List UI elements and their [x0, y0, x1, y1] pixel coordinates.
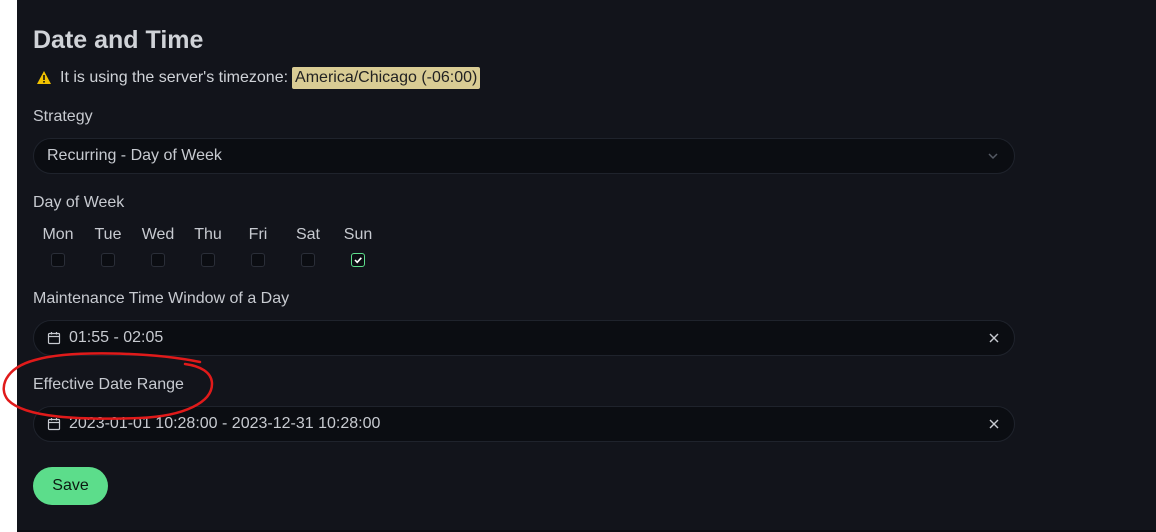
day-wed: Wed	[133, 226, 183, 267]
chevron-down-icon	[988, 153, 998, 160]
day-tue: Tue	[83, 226, 133, 267]
day-of-week-label: Day of Week	[33, 194, 125, 211]
calendar-icon	[47, 418, 61, 431]
day-label: Thu	[194, 226, 222, 243]
timezone-value: America/Chicago (-06:00)	[292, 67, 481, 89]
page-title: Date and Time	[33, 26, 204, 54]
close-icon[interactable]	[988, 418, 1000, 430]
time-window-picker[interactable]: 01:55 - 02:05	[33, 320, 1015, 356]
day-checkbox-mon[interactable]	[51, 253, 65, 267]
date-range-picker[interactable]: 2023-01-01 10:28:00 - 2023-12-31 10:28:0…	[33, 406, 1015, 442]
day-checkbox-sat[interactable]	[301, 253, 315, 267]
day-mon: Mon	[33, 226, 83, 267]
day-sat: Sat	[283, 226, 333, 267]
day-checkbox-sun[interactable]	[351, 253, 365, 267]
date-range-value: 2023-01-01 10:28:00 - 2023-12-31 10:28:0…	[69, 415, 381, 432]
day-thu: Thu	[183, 226, 233, 267]
calendar-icon	[47, 332, 61, 345]
day-sun: Sun	[333, 226, 383, 267]
day-label: Sun	[343, 226, 373, 243]
day-checkbox-fri[interactable]	[251, 253, 265, 267]
day-label: Sat	[295, 226, 320, 243]
time-window-label: Maintenance Time Window of a Day	[33, 290, 290, 307]
timezone-notice-text: It is using the server's timezone:	[60, 69, 289, 86]
close-icon[interactable]	[988, 332, 1000, 344]
day-checkbox-thu[interactable]	[201, 253, 215, 267]
date-range-label: Effective Date Range	[33, 376, 184, 393]
day-label: Wed	[141, 226, 175, 243]
day-label: Fri	[248, 226, 268, 243]
time-window-value: 01:55 - 02:05	[69, 329, 164, 346]
checkmark-icon	[354, 257, 362, 264]
day-checkbox-wed[interactable]	[151, 253, 165, 267]
strategy-select[interactable]: Recurring - Day of Week	[33, 138, 1015, 174]
strategy-label: Strategy	[33, 108, 93, 125]
day-checkbox-tue[interactable]	[101, 253, 115, 267]
day-label: Tue	[94, 226, 122, 243]
timezone-notice: It is using the server's timezone: Ameri…	[36, 66, 481, 90]
day-label: Mon	[42, 226, 74, 243]
save-button[interactable]: Save	[33, 467, 108, 505]
strategy-selected-value: Recurring - Day of Week	[47, 147, 222, 164]
day-fri: Fri	[233, 226, 283, 267]
warning-icon	[37, 71, 51, 84]
day-of-week-group: Mon Tue Wed Thu Fri Sat Sun	[33, 226, 383, 267]
